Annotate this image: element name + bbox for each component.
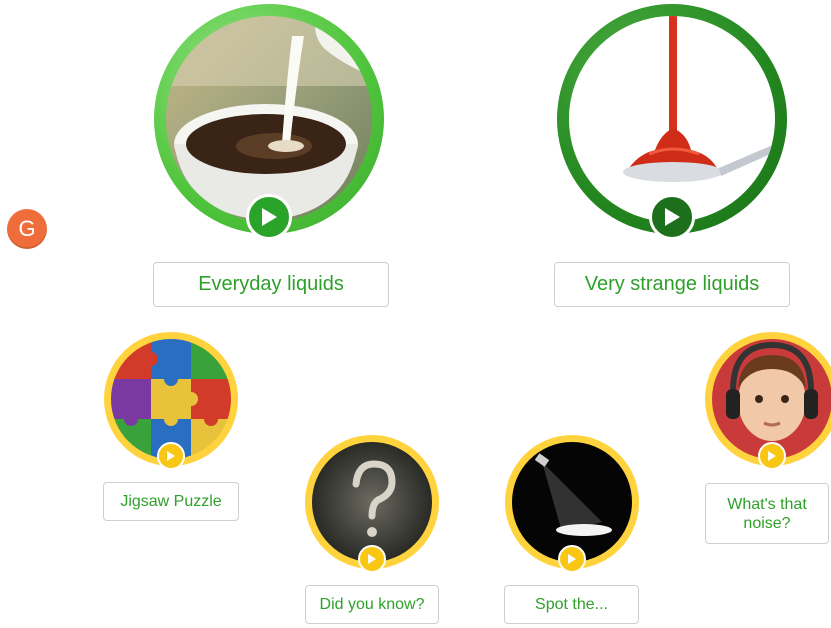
play-button[interactable] <box>558 545 586 573</box>
topic-very-strange-liquids-label[interactable]: Very strange liquids <box>554 262 790 307</box>
coffee-milk-image <box>166 16 372 222</box>
play-icon <box>768 451 776 461</box>
topic-everyday-liquids-label[interactable]: Everyday liquids <box>153 262 389 307</box>
play-button[interactable] <box>157 442 185 470</box>
play-icon <box>262 208 277 226</box>
play-button[interactable] <box>758 442 786 470</box>
topic-very-strange-liquids-tile[interactable] <box>557 4 787 240</box>
play-button[interactable] <box>246 194 292 240</box>
ketchup-spoon-image <box>569 16 775 222</box>
activity-whats-that-noise-label[interactable]: What's that noise? <box>705 483 829 544</box>
avatar-letter: G <box>18 216 36 241</box>
activity-jigsaw-puzzle-tile[interactable] <box>104 332 238 470</box>
topic-everyday-liquids-tile[interactable] <box>154 4 384 240</box>
play-icon <box>167 451 175 461</box>
activity-whats-that-noise-tile[interactable] <box>705 332 831 470</box>
activity-did-you-know-tile[interactable] <box>305 435 439 573</box>
play-icon <box>368 554 376 564</box>
play-button[interactable] <box>649 194 695 240</box>
play-icon <box>665 208 680 226</box>
activity-spot-the-label[interactable]: Spot the... <box>504 585 639 624</box>
puzzle-image <box>111 339 231 459</box>
play-icon <box>568 554 576 564</box>
activity-jigsaw-puzzle-label[interactable]: Jigsaw Puzzle <box>103 482 239 521</box>
child-headphones-image <box>712 339 831 459</box>
spotlight-image <box>512 442 632 562</box>
activity-spot-the-tile[interactable] <box>505 435 639 573</box>
question-mark-image <box>312 442 432 562</box>
user-avatar[interactable]: G <box>7 209 47 249</box>
activity-did-you-know-label[interactable]: Did you know? <box>305 585 439 624</box>
play-button[interactable] <box>358 545 386 573</box>
